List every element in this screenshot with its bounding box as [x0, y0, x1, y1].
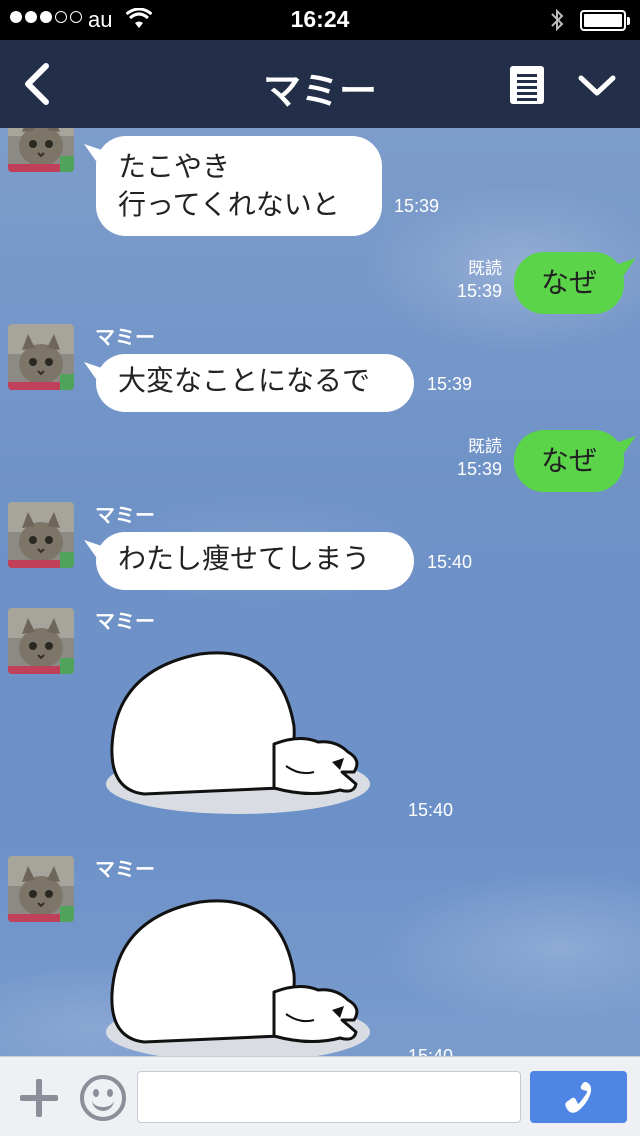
bluetooth-icon [550, 8, 564, 36]
message-bubble[interactable]: 大変なことになるで [96, 354, 414, 412]
read-label: 既読 [468, 259, 502, 279]
avatar[interactable] [8, 502, 74, 568]
chat-title: マミー [262, 69, 377, 113]
status-bar: au 16:24 [0, 0, 640, 40]
note-list-button[interactable] [510, 66, 544, 104]
message-bubble[interactable]: なぜ [514, 430, 624, 492]
message-time: 15:40 [427, 552, 473, 572]
message-text: わたし痩せてしまう [118, 542, 371, 575]
sender-name: マミー [95, 857, 155, 881]
read-receipt: 既読 15:39 [440, 258, 502, 302]
sender-name: マミー [95, 503, 155, 527]
phone-icon [565, 1082, 592, 1113]
message-composer [0, 1056, 640, 1136]
battery-icon [580, 10, 630, 31]
message-bubble[interactable]: たこやき 行ってくれないと [96, 136, 382, 236]
avatar[interactable] [8, 608, 74, 674]
read-receipt: 既読 15:39 [440, 436, 502, 480]
sender-name: マミー [95, 609, 155, 633]
sender-name: マミー [95, 325, 155, 349]
call-button[interactable] [530, 1071, 627, 1123]
message-text: なぜ [540, 444, 597, 477]
message-bubble[interactable]: わたし痩せてしまう [96, 532, 414, 590]
avatar[interactable] [8, 324, 74, 390]
message-time: 15:39 [456, 281, 502, 301]
smile-icon[interactable] [80, 1075, 126, 1121]
message-list[interactable]: たこやき 行ってくれないと 15:39 既読 15:39 なぜ マミー 大変なこ… [0, 128, 640, 1056]
expand-menu-button[interactable] [577, 74, 617, 102]
message-text: 行ってくれないと [118, 188, 340, 221]
clock: 16:24 [290, 6, 350, 32]
lying-seal-sticker[interactable] [104, 896, 376, 1056]
chat-header: マミー [0, 40, 640, 128]
message-time: 15:40 [408, 1046, 454, 1056]
avatar[interactable] [8, 856, 74, 922]
message-bubble[interactable]: なぜ [514, 252, 624, 314]
message-input[interactable] [137, 1071, 521, 1123]
plus-icon[interactable] [20, 1079, 58, 1117]
chevron-down-icon [578, 75, 616, 96]
message-time: 15:39 [456, 459, 502, 479]
avatar[interactable] [8, 128, 74, 172]
message-time: 15:40 [408, 800, 454, 820]
lying-seal-sticker[interactable] [104, 648, 376, 832]
message-time: 15:39 [394, 196, 440, 216]
message-time: 15:39 [427, 374, 473, 394]
message-text: 大変なことになるで [118, 364, 371, 397]
message-text: たこやき [118, 150, 231, 183]
read-label: 既読 [468, 437, 502, 457]
message-text: なぜ [540, 266, 597, 299]
